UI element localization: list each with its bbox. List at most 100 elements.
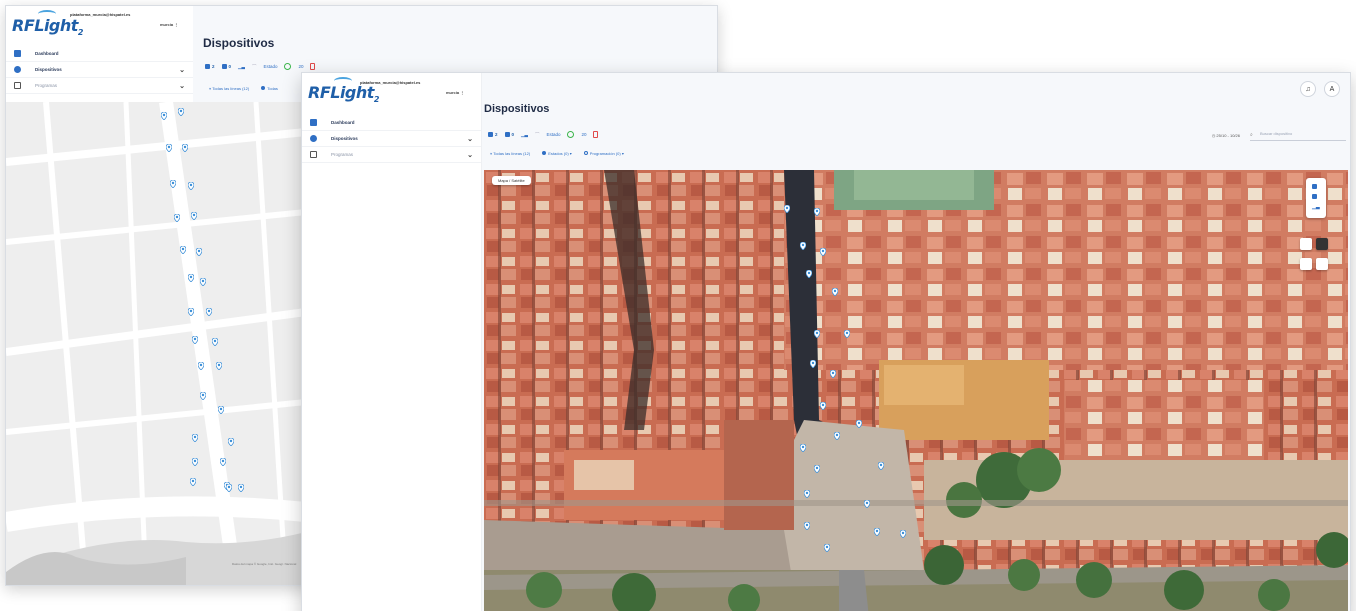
device-pin-icon[interactable]	[814, 330, 820, 338]
device-pin-icon[interactable]	[200, 392, 206, 400]
device-pin-icon[interactable]	[814, 465, 820, 473]
device-pin-icon[interactable]	[161, 112, 167, 120]
device-pin-icon[interactable]	[188, 274, 194, 282]
count-a-chip[interactable]: 2	[488, 132, 498, 137]
device-pin-icon[interactable]	[824, 544, 830, 552]
device-pin-icon[interactable]	[878, 462, 884, 470]
estado-label[interactable]: Estado	[546, 132, 560, 137]
device-pin-icon[interactable]	[218, 406, 224, 414]
estado-label[interactable]: Estado	[263, 64, 277, 69]
fullscreen-button[interactable]	[1316, 238, 1328, 250]
device-pin-icon[interactable]	[238, 484, 244, 492]
layer-icon	[1312, 184, 1317, 189]
tilt-button[interactable]	[1316, 258, 1328, 270]
lines-filter[interactable]: ⩔ Todas las líneas (12)	[209, 86, 249, 91]
count-b-chip[interactable]: 0	[504, 132, 514, 137]
device-pin-icon[interactable]	[834, 432, 840, 440]
device-toolbar: 2 0 ▁▃ ⌒ Estado 20	[488, 131, 599, 138]
user-email: plataforma_murcia@hispatel.es	[70, 12, 131, 17]
user-role[interactable]: murcia ⋮	[160, 22, 178, 27]
map-type-button[interactable]: Mapa / Satélite	[492, 176, 531, 185]
device-pin-icon[interactable]	[810, 360, 816, 368]
device-pin-icon[interactable]	[192, 458, 198, 466]
satellite-map-canvas	[484, 170, 1348, 611]
count-b-chip[interactable]: 0	[221, 64, 231, 69]
dashboard-icon	[310, 119, 317, 126]
device-pin-icon[interactable]	[814, 208, 820, 216]
device-pin-icon[interactable]	[198, 362, 204, 370]
device-pin-icon[interactable]	[170, 180, 176, 188]
sidebar-item-programas[interactable]: Programas ⌄	[6, 78, 193, 94]
device-pin-icon[interactable]	[192, 434, 198, 442]
account-button[interactable]: A	[1324, 81, 1340, 97]
device-pin-icon[interactable]	[806, 270, 812, 278]
chart-icon[interactable]: ▁▃	[238, 64, 245, 70]
dashboard-icon	[14, 50, 21, 57]
device-pin-icon[interactable]	[206, 308, 212, 316]
device-pin-icon[interactable]	[844, 330, 850, 338]
device-pin-icon[interactable]	[874, 528, 880, 536]
device-pin-icon[interactable]	[820, 402, 826, 410]
programs-filter[interactable]: Programación (0) ▾	[583, 151, 624, 156]
device-pin-icon[interactable]	[196, 248, 202, 256]
device-pin-icon[interactable]	[864, 500, 870, 508]
satellite-map[interactable]: Mapa / Satélite ▁▃	[484, 170, 1348, 611]
device-pin-icon[interactable]	[784, 205, 790, 213]
map-layer-panel[interactable]: ▁▃	[1306, 178, 1326, 218]
chevron-down-icon: ⌄	[179, 83, 185, 90]
sidebar-item-dashboard[interactable]: Dashboard	[302, 115, 481, 131]
sidebar-item-dispositivos[interactable]: Dispositivos ⌄	[6, 62, 193, 78]
chart-icon[interactable]: ▁▃	[521, 132, 528, 138]
device-pin-icon[interactable]	[804, 522, 810, 530]
sidebar-nav: Dashboard Dispositivos ⌄ Programas ⌄	[6, 46, 193, 94]
front-window: RFLight2 plataforma_murcia@hispatel.es m…	[301, 72, 1351, 611]
alert-plug-icon[interactable]	[310, 63, 316, 70]
device-pin-icon[interactable]	[188, 308, 194, 316]
device-pin-icon[interactable]	[200, 278, 206, 286]
device-pin-icon[interactable]	[220, 458, 226, 466]
zoom-in-button[interactable]	[1300, 238, 1312, 250]
calendar-icon	[14, 82, 21, 89]
front-main: ♫ A Dispositivos 2 0 ▁▃ ⌒ Estado 20 ◷ 25…	[482, 73, 1350, 611]
device-pin-icon[interactable]	[174, 214, 180, 222]
device-pin-icon[interactable]	[180, 246, 186, 254]
sidebar-item-dispositivos[interactable]: Dispositivos ⌄	[302, 131, 481, 147]
device-pin-icon[interactable]	[212, 338, 218, 346]
device-pin-icon[interactable]	[216, 362, 222, 370]
date-range[interactable]: ◷ 25/10 - 10/26	[1212, 133, 1240, 138]
sidebar-item-programas[interactable]: Programas ⌄	[302, 147, 481, 163]
device-pin-icon[interactable]	[804, 490, 810, 498]
device-pin-icon[interactable]	[192, 336, 198, 344]
wifi-icon[interactable]: ⌒	[535, 132, 540, 138]
lines-filter[interactable]: ⩔ Todas las líneas (12)	[490, 151, 530, 156]
device-pin-icon[interactable]	[900, 530, 906, 538]
wifi-icon[interactable]: ⌒	[252, 64, 257, 70]
status-filter-partial[interactable]: Todas	[261, 86, 278, 91]
device-pin-icon[interactable]	[190, 478, 196, 486]
layer-icon	[1312, 194, 1317, 199]
device-pin-icon[interactable]	[178, 108, 184, 116]
device-pin-icon[interactable]	[832, 288, 838, 296]
user-role[interactable]: murcia ⋮	[446, 90, 464, 95]
device-pin-icon[interactable]	[226, 484, 232, 492]
device-pin-icon[interactable]	[856, 420, 862, 428]
search-input[interactable]: ⌕ Buscar dispositivo	[1250, 131, 1346, 141]
program-dot-icon	[583, 151, 588, 155]
alerts-count: 20	[298, 64, 304, 69]
device-pin-icon[interactable]	[800, 444, 806, 452]
device-pin-icon[interactable]	[188, 182, 194, 190]
device-pin-icon[interactable]	[191, 212, 197, 220]
device-pin-icon[interactable]	[182, 144, 188, 152]
calendar-icon	[310, 151, 317, 158]
device-pin-icon[interactable]	[166, 144, 172, 152]
sidebar-item-dashboard[interactable]: Dashboard	[6, 46, 193, 62]
notifications-button[interactable]: ♫	[1300, 81, 1316, 97]
rotate-button[interactable]	[1300, 258, 1312, 270]
status-filter[interactable]: Estados (0) ▾	[542, 151, 572, 156]
device-pin-icon[interactable]	[820, 248, 826, 256]
device-pin-icon[interactable]	[228, 438, 234, 446]
alert-plug-icon[interactable]	[593, 131, 599, 138]
count-a-chip[interactable]: 2	[205, 64, 215, 69]
device-pin-icon[interactable]	[800, 242, 806, 250]
device-pin-icon[interactable]	[830, 370, 836, 378]
